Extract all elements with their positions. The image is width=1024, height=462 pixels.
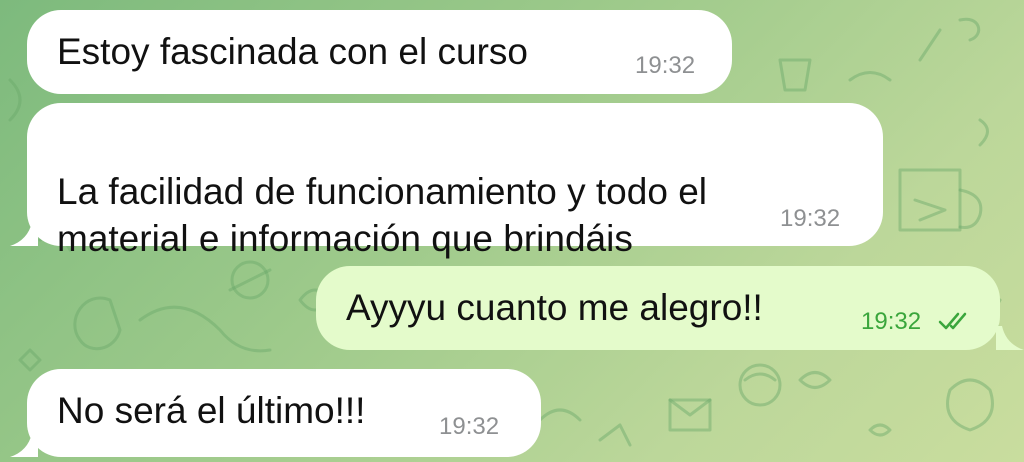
message-text: No será el último!!! (57, 390, 366, 431)
bubble-tail (10, 433, 38, 457)
bubble-tail (10, 222, 38, 246)
message-bubble-outgoing[interactable]: Ayyyu cuanto me alegro!! 19:32 (316, 266, 1000, 350)
message-timestamp: 19:32 (861, 308, 922, 335)
message-bubble-incoming[interactable]: La facilidad de funcionamiento y todo el… (27, 103, 883, 259)
message-bubble-incoming[interactable]: Estoy fascinada con el curso 19:32 (27, 10, 732, 94)
message-bubble-incoming[interactable]: No será el último!!! 19:32 (27, 369, 541, 457)
message-text: Ayyyu cuanto me alegro!! (346, 287, 763, 328)
bubble-tail (996, 326, 1024, 350)
message-text: La facilidad de funcionamiento y todo el… (57, 171, 707, 259)
message-text: Estoy fascinada con el curso (57, 31, 528, 72)
message-timestamp: 19:32 (439, 413, 500, 440)
message-timestamp: 19:32 (780, 205, 841, 232)
message-timestamp: 19:32 (635, 52, 696, 79)
double-check-icon (938, 312, 967, 330)
